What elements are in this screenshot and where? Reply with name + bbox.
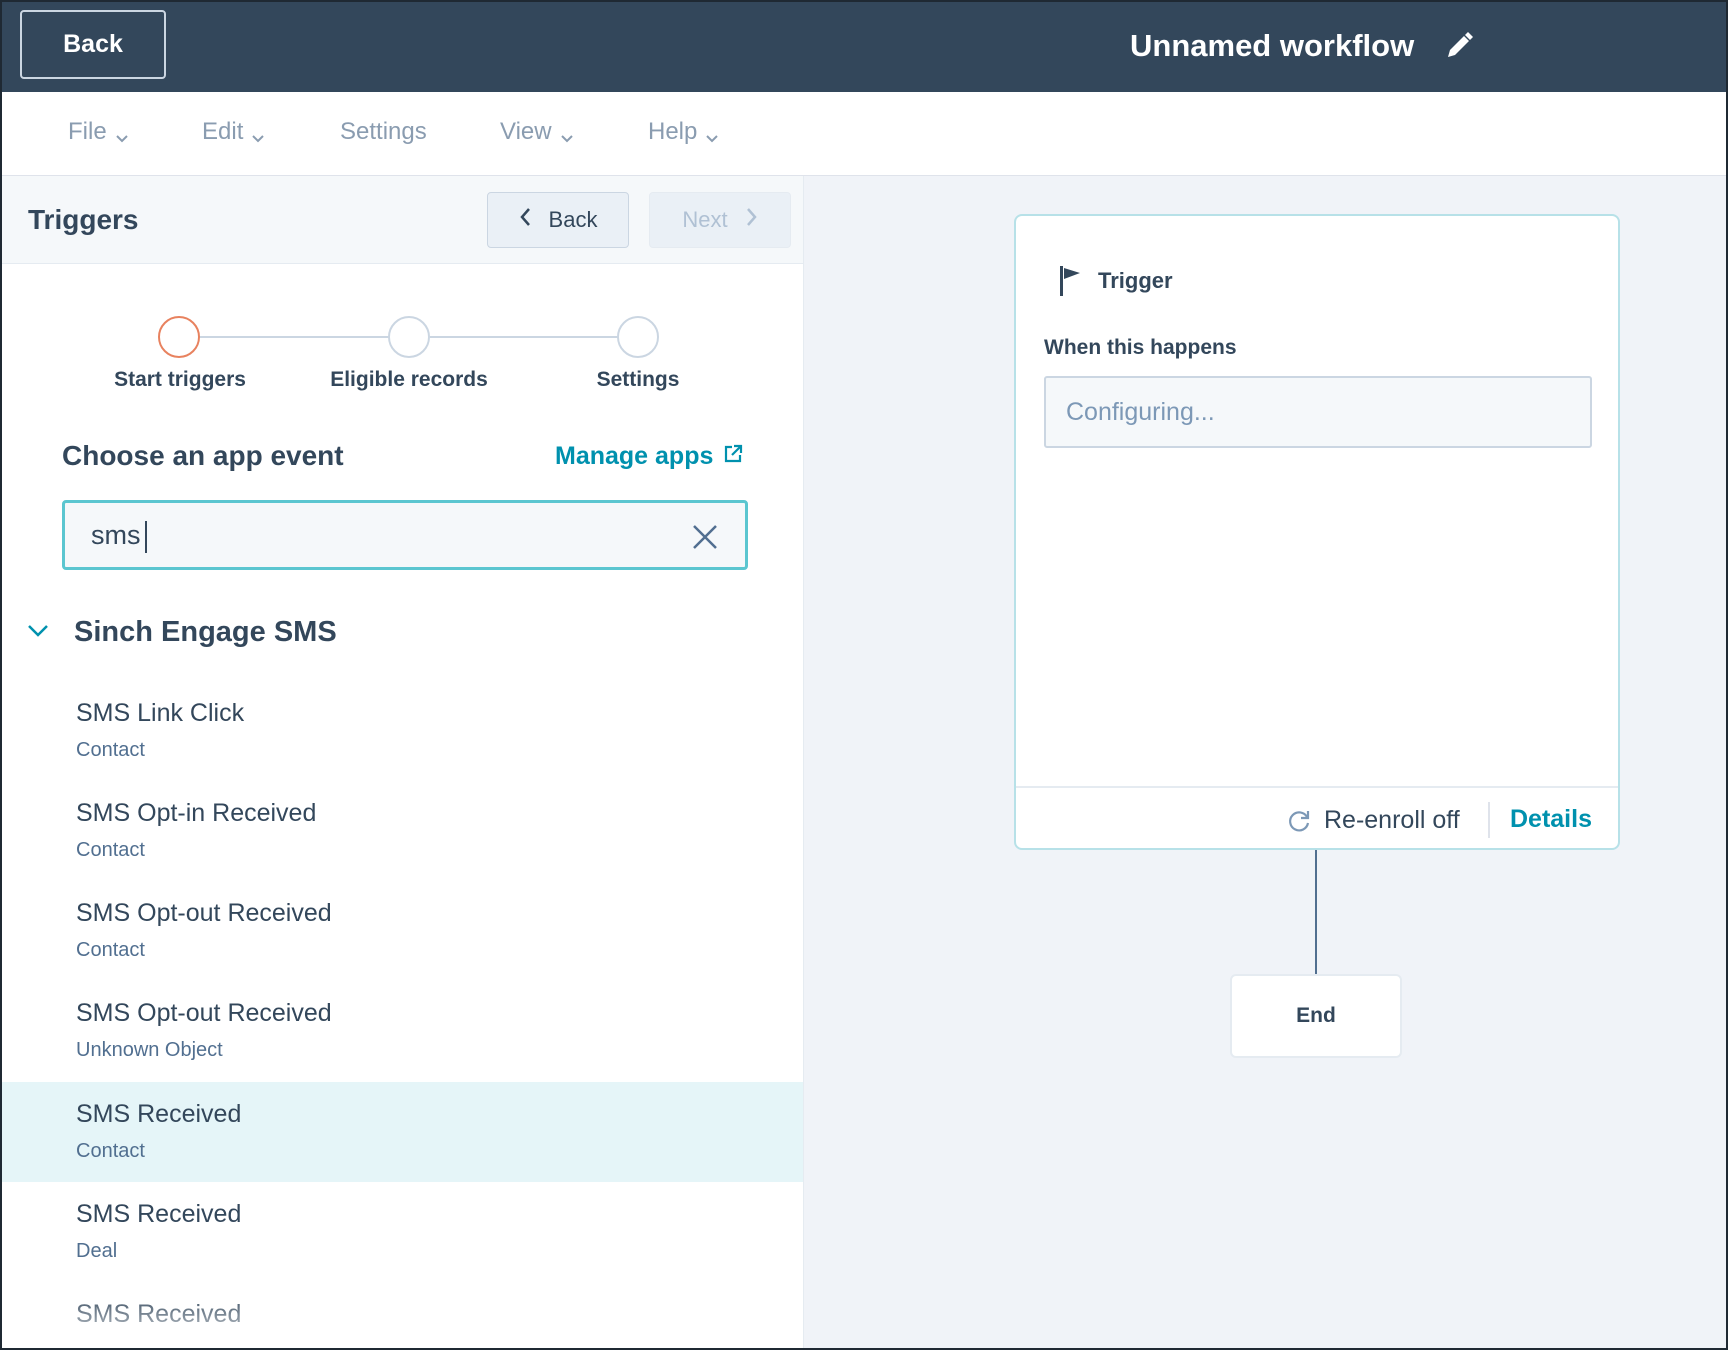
menu-settings[interactable]: Settings	[340, 118, 427, 146]
workflow-title-area: Unnamed workflow	[1130, 24, 1474, 68]
menu-file[interactable]: File	[68, 118, 129, 146]
event-name: SMS Received	[76, 1300, 242, 1328]
step-circle-settings[interactable]	[617, 316, 659, 358]
flow-connector	[1315, 850, 1317, 974]
menu-help-label: Help	[648, 118, 698, 145]
trigger-card[interactable]: Trigger When this happens Configuring...…	[1014, 214, 1620, 850]
details-link[interactable]: Details	[1510, 805, 1592, 834]
trigger-card-footer: Re-enroll off Details	[1016, 786, 1618, 850]
chevron-down-icon	[251, 125, 265, 143]
footer-divider	[1488, 802, 1490, 838]
app-window: Back Unnamed workflow File Edit Settings…	[0, 0, 1728, 1350]
menu-bar: File Edit Settings View Help	[2, 92, 1726, 176]
workflow-title: Unnamed workflow	[1130, 28, 1415, 63]
manage-apps-link[interactable]: Manage apps	[555, 442, 743, 471]
menu-view[interactable]: View	[500, 118, 574, 146]
step-connector	[200, 336, 390, 338]
workflow-canvas: Trigger When this happens Configuring...…	[804, 176, 1726, 1348]
event-name: SMS Opt-in Received	[76, 799, 317, 827]
panel-title: Triggers	[28, 204, 139, 235]
event-object: Contact	[76, 939, 145, 961]
reenroll-label: Re-enroll off	[1324, 806, 1460, 834]
choose-app-event-label: Choose an app event	[62, 440, 344, 471]
event-object: Unknown Object	[76, 1039, 223, 1061]
refresh-icon	[1286, 808, 1312, 834]
step-label-start-triggers: Start triggers	[114, 368, 246, 391]
clear-icon[interactable]	[691, 523, 719, 551]
event-name: SMS Received	[76, 1200, 242, 1228]
flag-icon	[1058, 264, 1084, 298]
search-value: sms	[91, 520, 141, 550]
when-label: When this happens	[1044, 336, 1237, 359]
trigger-card-header: Trigger	[1058, 264, 1173, 298]
trigger-config-box[interactable]: Configuring...	[1044, 376, 1592, 448]
app-group-title: Sinch Engage SMS	[74, 616, 337, 648]
event-name: SMS Link Click	[76, 699, 245, 727]
event-name: SMS Opt-out Received	[76, 899, 332, 927]
triggers-panel: Triggers Back Next Start triggers Eligib…	[2, 176, 804, 1348]
menu-edit[interactable]: Edit	[202, 118, 265, 146]
menu-help[interactable]: Help	[648, 118, 719, 146]
event-name: SMS Opt-out Received	[76, 999, 332, 1027]
config-status-text: Configuring...	[1066, 398, 1215, 426]
event-item[interactable]: SMS Received	[2, 1282, 803, 1348]
event-item[interactable]: SMS Opt-in Received Contact	[2, 781, 803, 881]
trigger-card-title: Trigger	[1098, 268, 1173, 293]
event-item[interactable]: SMS Link Click Contact	[2, 681, 803, 781]
step-label-eligible-records: Eligible records	[330, 368, 488, 391]
step-circle-start-triggers[interactable]	[158, 316, 200, 358]
panel-back-label: Back	[548, 207, 598, 232]
chevron-down-icon	[560, 125, 574, 143]
chevron-down-icon	[705, 125, 719, 143]
panel-back-button[interactable]: Back	[487, 192, 629, 248]
panel-header: Triggers Back Next	[2, 176, 803, 264]
event-item[interactable]: SMS Received Deal	[2, 1182, 803, 1282]
event-item[interactable]: SMS Opt-out Received Unknown Object	[2, 981, 803, 1081]
event-item[interactable]: SMS Opt-out Received Contact	[2, 881, 803, 981]
back-button[interactable]: Back	[20, 10, 166, 79]
search-input[interactable]: sms	[62, 500, 748, 570]
top-header: Back Unnamed workflow	[2, 2, 1726, 92]
event-object: Contact	[76, 1140, 145, 1162]
event-object: Deal	[76, 1240, 118, 1262]
event-item-selected[interactable]: SMS Received Contact	[2, 1082, 803, 1182]
menu-view-label: View	[500, 118, 552, 145]
end-node[interactable]: End	[1230, 974, 1402, 1058]
panel-next-label: Next	[682, 207, 728, 232]
panel-next-button[interactable]: Next	[649, 192, 791, 248]
event-object: Contact	[76, 739, 145, 761]
menu-edit-label: Edit	[202, 118, 244, 145]
step-connector	[430, 336, 618, 338]
menu-file-label: File	[68, 118, 107, 145]
reenroll-status[interactable]: Re-enroll off	[1286, 806, 1460, 835]
chevron-down-icon	[26, 622, 50, 643]
chevron-left-icon	[519, 207, 531, 233]
pencil-icon[interactable]	[1444, 31, 1474, 61]
app-group-header[interactable]: Sinch Engage SMS	[26, 616, 337, 649]
chevron-down-icon	[115, 125, 129, 143]
step-circle-eligible-records[interactable]	[388, 316, 430, 358]
manage-apps-label: Manage apps	[555, 442, 714, 470]
search-input-value-wrap: sms	[91, 520, 147, 553]
event-object: Contact	[76, 839, 145, 861]
event-name: SMS Received	[76, 1100, 242, 1128]
menu-settings-label: Settings	[340, 118, 427, 145]
step-label-settings: Settings	[596, 368, 680, 391]
chevron-right-icon	[746, 207, 758, 233]
external-link-icon	[723, 442, 743, 471]
text-caret	[144, 520, 147, 553]
